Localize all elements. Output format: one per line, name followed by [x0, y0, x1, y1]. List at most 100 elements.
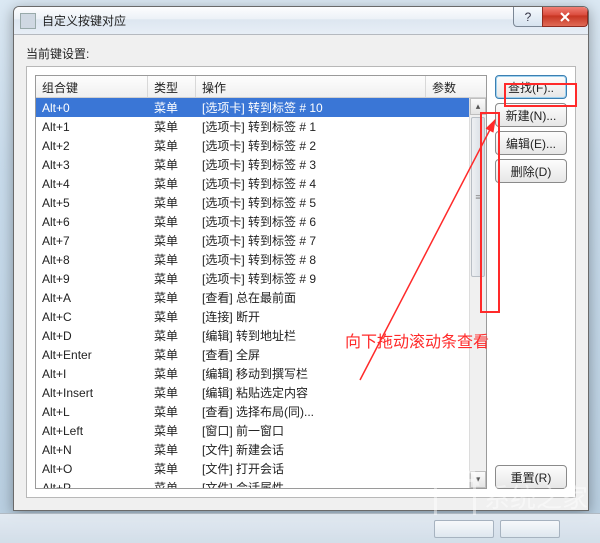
table-row[interactable]: Alt+C菜单[连接] 断开 [36, 307, 469, 326]
table-row[interactable]: Alt+4菜单[选项卡] 转到标签 # 4 [36, 174, 469, 193]
close-icon [559, 12, 571, 22]
close-button[interactable] [542, 7, 588, 27]
find-button[interactable]: 查找(F).. [495, 75, 567, 99]
cell-type: 菜单 [148, 251, 196, 268]
cell-key: Alt+C [36, 310, 148, 324]
cell-key: Alt+8 [36, 253, 148, 267]
new-button[interactable]: 新建(N)... [495, 103, 567, 127]
table-row[interactable]: Alt+6菜单[选项卡] 转到标签 # 6 [36, 212, 469, 231]
cell-key: Alt+3 [36, 158, 148, 172]
vertical-scrollbar[interactable]: ▴ ▾ [469, 98, 486, 488]
titlebar[interactable]: 自定义按键对应 ? [14, 7, 588, 35]
cell-key: Alt+P [36, 481, 148, 489]
cell-op: [选项卡] 转到标签 # 6 [196, 213, 409, 230]
cell-op: [选项卡] 转到标签 # 4 [196, 175, 409, 192]
table-row[interactable]: Alt+5菜单[选项卡] 转到标签 # 5 [36, 193, 469, 212]
cell-key: Alt+N [36, 443, 148, 457]
scroll-track[interactable] [470, 115, 486, 471]
background-taskbar [0, 513, 600, 543]
col-op[interactable]: 操作 [196, 76, 426, 97]
window-title: 自定义按键对应 [42, 12, 126, 29]
cell-type: 菜单 [148, 479, 196, 488]
table-row[interactable]: Alt+3菜单[选项卡] 转到标签 # 3 [36, 155, 469, 174]
cell-type: 菜单 [148, 156, 196, 173]
cell-key: Alt+2 [36, 139, 148, 153]
cell-key: Alt+6 [36, 215, 148, 229]
cell-key: Alt+7 [36, 234, 148, 248]
scroll-thumb[interactable] [471, 117, 485, 277]
help-button[interactable]: ? [513, 7, 543, 27]
table-row[interactable]: Alt+1菜单[选项卡] 转到标签 # 1 [36, 117, 469, 136]
cell-key: Alt+Insert [36, 386, 148, 400]
side-buttons: 查找(F).. 新建(N)... 编辑(E)... 删除(D) 重置(R) [495, 75, 567, 489]
cell-op: [选项卡] 转到标签 # 3 [196, 156, 409, 173]
cell-key: Alt+0 [36, 101, 148, 115]
section-label: 当前键设置: [26, 45, 576, 62]
taskbar-segment [500, 520, 560, 538]
table-row[interactable]: Alt+Insert菜单[编辑] 粘贴选定内容 [36, 383, 469, 402]
cell-type: 菜单 [148, 441, 196, 458]
cell-type: 菜单 [148, 194, 196, 211]
table-row[interactable]: Alt+7菜单[选项卡] 转到标签 # 7 [36, 231, 469, 250]
column-headers: 组合键 类型 操作 参数 [36, 76, 486, 98]
table-row[interactable]: Alt+9菜单[选项卡] 转到标签 # 9 [36, 269, 469, 288]
panel: 组合键 类型 操作 参数 Alt+0菜单[选项卡] 转到标签 # 10Alt+1… [26, 66, 576, 498]
cell-op: [选项卡] 转到标签 # 5 [196, 194, 409, 211]
cell-type: 菜单 [148, 213, 196, 230]
cell-key: Alt+1 [36, 120, 148, 134]
cell-op: [选项卡] 转到标签 # 8 [196, 251, 409, 268]
cell-type: 菜单 [148, 270, 196, 287]
keybind-list[interactable]: 组合键 类型 操作 参数 Alt+0菜单[选项卡] 转到标签 # 10Alt+1… [35, 75, 487, 489]
table-row[interactable]: Alt+Left菜单[窗口] 前一窗口 [36, 421, 469, 440]
table-row[interactable]: Alt+I菜单[编辑] 移动到撰写栏 [36, 364, 469, 383]
cell-op: [窗口] 前一窗口 [196, 422, 409, 439]
cell-type: 菜单 [148, 384, 196, 401]
cell-type: 菜单 [148, 308, 196, 325]
cell-op: [连接] 断开 [196, 308, 409, 325]
cell-key: Alt+D [36, 329, 148, 343]
cell-type: 菜单 [148, 422, 196, 439]
cell-type: 菜单 [148, 327, 196, 344]
cell-key: Alt+9 [36, 272, 148, 286]
reset-button[interactable]: 重置(R) [495, 465, 567, 489]
dialog-content: 当前键设置: 组合键 类型 操作 参数 Alt+0菜单[选项卡] 转到标签 # … [14, 35, 588, 510]
cell-op: [编辑] 粘贴选定内容 [196, 384, 409, 401]
cell-type: 菜单 [148, 460, 196, 477]
cell-op: [查看] 总在最前面 [196, 289, 409, 306]
table-row[interactable]: Alt+2菜单[选项卡] 转到标签 # 2 [36, 136, 469, 155]
cell-type: 菜单 [148, 118, 196, 135]
cell-type: 菜单 [148, 365, 196, 382]
dialog-window: 自定义按键对应 ? 当前键设置: 组合键 类型 操作 参数 Alt [13, 6, 589, 511]
cell-op: [选项卡] 转到标签 # 10 [196, 99, 409, 116]
table-row[interactable]: Alt+8菜单[选项卡] 转到标签 # 8 [36, 250, 469, 269]
cell-op: [选项卡] 转到标签 # 1 [196, 118, 409, 135]
cell-op: [选项卡] 转到标签 # 2 [196, 137, 409, 154]
col-type[interactable]: 类型 [148, 76, 196, 97]
table-row[interactable]: Alt+L菜单[查看] 选择布局(同)... [36, 402, 469, 421]
cell-type: 菜单 [148, 175, 196, 192]
cell-key: Alt+A [36, 291, 148, 305]
delete-button[interactable]: 删除(D) [495, 159, 567, 183]
cell-op: [文件] 新建会话 [196, 441, 409, 458]
table-row[interactable]: Alt+0菜单[选项卡] 转到标签 # 10 [36, 98, 469, 117]
cell-key: Alt+Enter [36, 348, 148, 362]
edit-button[interactable]: 编辑(E)... [495, 131, 567, 155]
col-key[interactable]: 组合键 [36, 76, 148, 97]
table-row[interactable]: Alt+Enter菜单[查看] 全屏 [36, 345, 469, 364]
cell-op: [选项卡] 转到标签 # 9 [196, 270, 409, 287]
table-row[interactable]: Alt+O菜单[文件] 打开会话 [36, 459, 469, 478]
cell-op: [查看] 选择布局(同)... [196, 403, 409, 420]
cell-type: 菜单 [148, 346, 196, 363]
col-param[interactable]: 参数 [426, 76, 486, 97]
table-row[interactable]: Alt+N菜单[文件] 新建会话 [36, 440, 469, 459]
scroll-up-button[interactable]: ▴ [470, 98, 486, 115]
cell-key: Alt+O [36, 462, 148, 476]
cell-type: 菜单 [148, 232, 196, 249]
table-row[interactable]: Alt+P菜单[文件] 会话属性 [36, 478, 469, 488]
scroll-down-button[interactable]: ▾ [470, 471, 486, 488]
table-row[interactable]: Alt+A菜单[查看] 总在最前面 [36, 288, 469, 307]
cell-key: Alt+Left [36, 424, 148, 438]
cell-key: Alt+5 [36, 196, 148, 210]
table-row[interactable]: Alt+D菜单[编辑] 转到地址栏 [36, 326, 469, 345]
cell-op: [选项卡] 转到标签 # 7 [196, 232, 409, 249]
